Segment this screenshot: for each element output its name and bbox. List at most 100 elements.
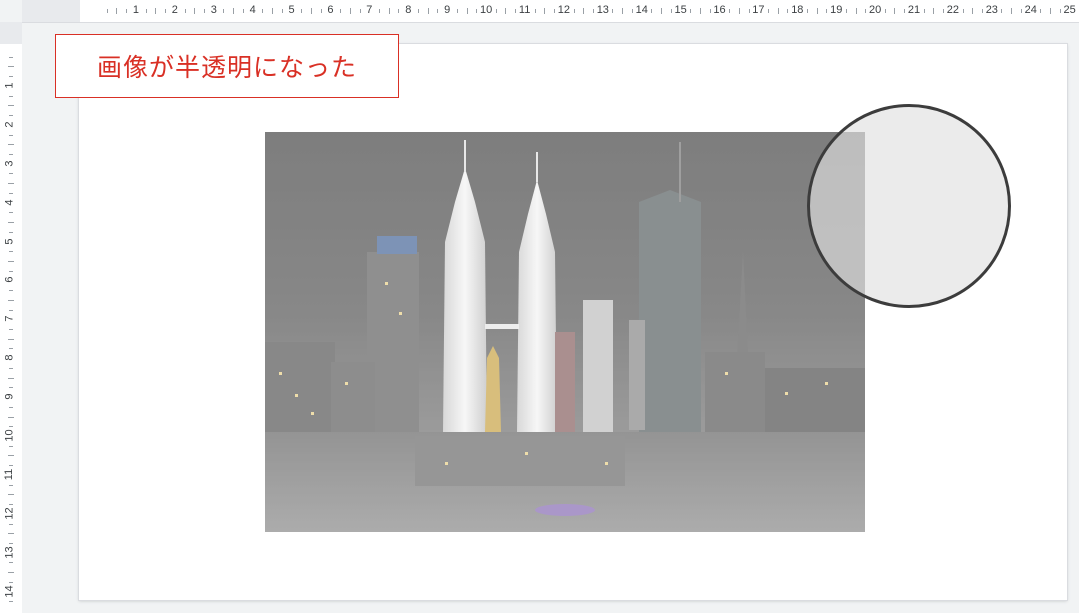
ruler-tick [768,9,770,13]
ruler-tick [690,9,692,13]
ruler-tick [787,9,789,13]
ruler-number: 24 [1024,4,1037,16]
vertical-ruler[interactable]: 1 2 3 4 5 6 7 8 9 10 11 12 13 14 [0,22,23,613]
annotation-textbox[interactable]: 画像が半透明になった [55,34,399,98]
ruler-tick [8,299,14,301]
ruler-number: 12 [557,4,571,16]
twin-tower-right [517,180,557,432]
ruler-tick [1050,8,1052,14]
ruler-number: 5 [3,237,16,245]
ruler-tick [9,465,13,467]
ruler-tick [476,9,478,13]
ruler-number: 9 [3,393,16,400]
ruler-number: 5 [288,4,295,16]
ruler-tick [933,8,935,14]
ruler-number: 6 [3,276,16,283]
ruler-tick [359,9,361,13]
ruler-number: 10 [3,429,16,442]
ruler-tick [9,309,13,311]
ruler-margin-left [22,0,80,22]
ruler-number: 8 [405,4,412,16]
ruler-tick [272,8,274,14]
ruler-tick [515,9,517,13]
ruler-number: 2 [171,4,178,16]
ruler-tick [1011,8,1013,14]
ruler-number: 17 [752,4,765,16]
ruler-tick [8,455,14,457]
ruler-tick [9,270,13,272]
twin-tower-left [443,168,487,432]
ruler-tick [738,8,740,14]
ruler-tick [962,9,964,13]
ruler-tick [894,8,896,14]
ruler-tick [651,9,653,13]
ruler-tick [9,523,13,525]
ruler-number: 8 [3,354,16,361]
ruler-tick [9,426,13,428]
ruler-tick [8,66,14,68]
ruler-tick [8,494,14,496]
ruler-tick [9,231,13,233]
ruler-tick [262,9,264,13]
ruler-tick [8,144,14,146]
ruler-tick [573,9,575,13]
ruler-tick [155,8,157,14]
ruler-tick [583,8,585,14]
ruler-tick [865,9,867,13]
ruler-corner [0,0,22,22]
ruler-tick [9,134,13,136]
ruler-tick [592,9,594,13]
ruler-tick [9,581,13,583]
ruler-tick [398,9,400,13]
skyline-image[interactable] [265,132,865,532]
ruler-tick [806,9,808,13]
ruler-tick [466,8,468,14]
annotation-text: 画像が半透明になった [96,53,357,82]
ruler-number: 3 [3,160,16,167]
skyline-illustration [265,140,865,532]
horizontal-ruler[interactable]: 1 2 3 4 5 6 7 8 9 10 11 12 13 14 15 16 17 18 19 20 21 22 23 24 2… [22,0,1079,23]
ruler-tick [8,222,14,224]
ruler-tick [855,8,857,14]
ruler-number: 9 [444,4,451,16]
ruler-tick [310,8,312,14]
ruler-tick [612,9,614,13]
ruler-number: 20 [869,4,882,16]
ruler-tick [9,192,13,194]
ruler-tick [8,105,14,107]
ruler-tick [9,445,13,447]
ruler-number: 22 [946,4,960,16]
ruler-tick [816,8,818,14]
ruler-tick [622,8,624,14]
ruler-tick [9,115,13,117]
ruler-tick [670,9,672,13]
ruler-tick [9,153,13,155]
ruler-number: 14 [635,4,648,16]
ruler-tick [544,8,546,14]
ruler-tick [8,572,14,574]
ruler-number: 1 [132,4,140,16]
ruler-tick [281,9,283,13]
ruler-number: 4 [249,4,256,16]
ruler-tick [116,8,118,14]
ruler-number: 25 [1063,4,1076,16]
ruler-tick [8,533,14,535]
ruler-number: 11 [3,468,16,481]
ruler-tick [943,9,945,13]
ruler-tick [379,9,381,13]
ruler-tick [923,9,925,13]
ruler-tick [242,9,244,13]
ruler-tick [456,9,458,13]
ruler-tick [203,9,205,13]
ruler-number: 13 [596,4,609,16]
ruler-number: 11 [518,4,531,16]
right-skyscraper [639,202,701,462]
ruler-tick [9,56,13,58]
circle-highlight[interactable] [807,104,1011,308]
ruler-tick [9,76,13,78]
ruler-tick [1040,9,1042,13]
ruler-number: 23 [985,4,998,16]
ruler-tick [9,601,13,603]
ruler-tick [9,406,13,408]
ruler-tick [661,8,663,14]
